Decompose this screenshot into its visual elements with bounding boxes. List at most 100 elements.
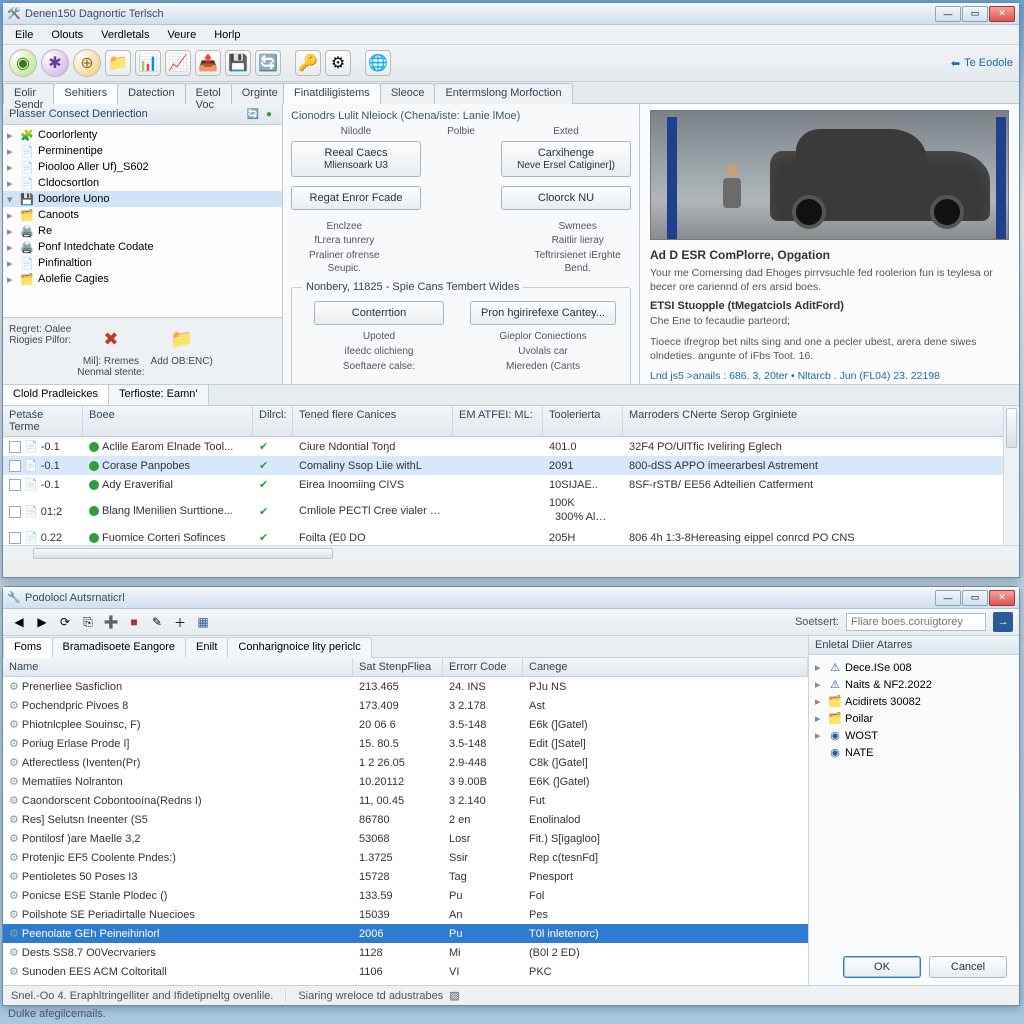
tree-add-icon[interactable]: ● xyxy=(262,107,276,121)
tree-item[interactable]: ▸📄Pinfinaltion xyxy=(3,255,282,271)
rtree-expand-icon[interactable]: ▸ xyxy=(815,695,827,708)
tree-expand-icon[interactable]: ▸ xyxy=(7,161,19,174)
list-row[interactable]: ⚙Ponicse ESE Stanle Plodec ()133.59PuFol xyxy=(3,886,808,905)
tb2-fwd-icon[interactable]: ▶ xyxy=(32,612,52,632)
l2h-1[interactable]: Sat StenpFliea xyxy=(353,658,443,676)
menu-file[interactable]: Eile xyxy=(7,27,41,43)
contention-button[interactable]: Conterrtion xyxy=(314,301,444,325)
subtab-sleoce[interactable]: Sleoce xyxy=(380,83,436,104)
tree-item[interactable]: ▸📄Piooloo Aller Uf)_S602 xyxy=(3,159,282,175)
cancel-button[interactable]: Cancel xyxy=(929,956,1007,978)
list-row[interactable]: ⚙Pochendpric Pivoes 8173.4093 2.178Ast xyxy=(3,696,808,715)
minimize-button[interactable]: — xyxy=(935,6,961,22)
subtab-datection[interactable]: Datection xyxy=(117,83,185,104)
rtree-item[interactable]: ◉NATE xyxy=(811,744,1017,761)
tb2-wand-icon[interactable]: ✎ xyxy=(147,612,167,632)
toolbar-read-icon[interactable]: ⊕ xyxy=(73,49,101,77)
toolbar-settings-icon[interactable]: ⚙ xyxy=(325,50,351,76)
tree-item[interactable]: ▸📄Perminentipe xyxy=(3,143,282,159)
rtree-item[interactable]: ▸◉WOST xyxy=(811,727,1017,744)
tb2-back-icon[interactable]: ◀ xyxy=(9,612,29,632)
rtree-item[interactable]: ▸⚠Dece.ISe 008 xyxy=(811,659,1017,676)
menu-help[interactable]: Horlp xyxy=(206,27,248,43)
toolbar-key-icon[interactable]: 🔑 xyxy=(295,50,321,76)
tab2-foms[interactable]: Foms xyxy=(3,637,53,658)
subtab-orginte[interactable]: Orginte xyxy=(231,83,289,104)
grid-row[interactable]: 📄 -0.1Ady Eraverifial✔Eirea Inoomiing CI… xyxy=(3,475,1019,494)
grid-hscroll[interactable] xyxy=(3,545,1019,561)
menu-olouts[interactable]: Olouts xyxy=(43,27,91,43)
tree-expand-icon[interactable]: ▾ xyxy=(7,193,19,206)
tree-expand-icon[interactable]: ▸ xyxy=(7,273,19,286)
grid-vscroll[interactable] xyxy=(1003,406,1019,561)
close-button[interactable]: ✕ xyxy=(989,6,1015,22)
tb2-stop-icon[interactable]: ■ xyxy=(124,612,144,632)
tb2-list-icon[interactable]: ▦ xyxy=(193,612,213,632)
tab2-bram[interactable]: Bramadisoete Eangore xyxy=(52,637,187,658)
gh-4[interactable]: EM ATFEI: ML: xyxy=(453,406,543,436)
toolbar-globe-icon[interactable]: 🌐 xyxy=(365,50,391,76)
list-row[interactable]: ⚙Caondorscent Cobontooína(Redns I)11, 00… xyxy=(3,791,808,810)
list-row[interactable]: ⚙Phiotnlcplee Souinsc, F)20 06 63.5-148E… xyxy=(3,715,808,734)
titlebar[interactable]: 🛠️ Denen150 Dagnortic Terlsch — ▭ ✕ xyxy=(3,3,1019,25)
minimize-button-2[interactable]: — xyxy=(935,590,961,606)
row-checkbox[interactable] xyxy=(9,441,21,453)
menu-verdletals[interactable]: Verdletals xyxy=(93,27,157,43)
delete-icon[interactable]: ✖ xyxy=(96,324,126,354)
subtab-eolir[interactable]: Eolir Sendr xyxy=(3,83,54,104)
gh-2[interactable]: Dilrcl: xyxy=(253,406,293,436)
toolbar-scan-icon[interactable]: ✱ xyxy=(41,49,69,77)
rtree-expand-icon[interactable]: ▸ xyxy=(815,661,827,674)
toolbar-folder-icon[interactable]: 📁 xyxy=(105,50,131,76)
subtab-enter[interactable]: Entermslong Morfoction xyxy=(434,83,572,104)
tab2-conh[interactable]: Conharignoice lity periclc xyxy=(227,637,371,658)
grid-tab-terf[interactable]: Terfioste: Eamn' xyxy=(109,385,209,405)
ok-button[interactable]: OK xyxy=(843,956,921,978)
list-row[interactable]: ⚙Protenjic EF5 Coolente Pndes:)1.3725Ssi… xyxy=(3,848,808,867)
row-checkbox[interactable] xyxy=(9,479,21,491)
tb2-plus-icon[interactable]: ＋ xyxy=(170,612,190,632)
list-row[interactable]: ⚙Dests SS8.7 O0Vecrvariers1128Mi(B0l 2 E… xyxy=(3,943,808,962)
gh-6[interactable]: Marroders CNerte Serop Grginiete xyxy=(623,406,1019,436)
rtree-expand-icon[interactable]: ▸ xyxy=(815,678,827,691)
row-checkbox[interactable] xyxy=(9,506,21,518)
reset-error-button[interactable]: Regat Enror Fcade xyxy=(291,186,421,210)
menu-veure[interactable]: Veure xyxy=(159,27,204,43)
subtab-eetolvoc[interactable]: Eetol Voc xyxy=(185,83,232,104)
tree-refresh-icon[interactable]: 🔄 xyxy=(246,107,260,121)
list-row[interactable]: ⚙Atferectless (Iventen(Pr)1 2 26.052.9-4… xyxy=(3,753,808,772)
tree-item[interactable]: ▸🗂️Canoots xyxy=(3,207,282,223)
tree-expand-icon[interactable]: ▸ xyxy=(7,257,19,270)
toolbar-link[interactable]: ⬅Te Eodole xyxy=(951,57,1013,70)
tree-expand-icon[interactable]: ▸ xyxy=(7,129,19,142)
grid-row[interactable]: 📄 01:2Blang lMenilien Surttione...✔Cmlio… xyxy=(3,494,1019,528)
toolbar-refresh-icon[interactable]: 🔄 xyxy=(255,50,281,76)
search-input[interactable] xyxy=(846,613,986,631)
list-row[interactable]: ⚙Prenerliee Sasficlion213.46524. INSPJu … xyxy=(3,677,808,696)
tree-expand-icon[interactable]: ▸ xyxy=(7,225,19,238)
grid-row[interactable]: 📄 -0.1Corase Panpobes✔Comaliny Ssop Liie… xyxy=(3,456,1019,475)
gh-3[interactable]: Tened flere Canices xyxy=(293,406,453,436)
tree-item[interactable]: ▾💾Doorlore Uono xyxy=(3,191,282,207)
list-row[interactable]: ⚙Sunoden EES ACM Coltoritall1106VIPKC xyxy=(3,962,808,981)
row-checkbox[interactable] xyxy=(9,460,21,472)
tree-item[interactable]: ▸🧩Coorlorlenty xyxy=(3,127,282,143)
toolbar-save-icon[interactable]: 💾 xyxy=(225,50,251,76)
toolbar-connect-icon[interactable]: ◉ xyxy=(9,49,37,77)
gh-5[interactable]: Toolerierta xyxy=(543,406,623,436)
tree-item[interactable]: ▸📄Cldocsortlon xyxy=(3,175,282,191)
tree-item[interactable]: ▸🖨️Re xyxy=(3,223,282,239)
maximize-button-2[interactable]: ▭ xyxy=(962,590,988,606)
l2h-2[interactable]: Errorr Code xyxy=(443,658,523,676)
tree-expand-icon[interactable]: ▸ xyxy=(7,241,19,254)
clock-button[interactable]: Cloorck NU xyxy=(501,186,631,210)
grid-row[interactable]: 📄 -0.1Aclile Earom Elnade Tool...✔Ciure … xyxy=(3,437,1019,456)
close-button-2[interactable]: ✕ xyxy=(989,590,1015,606)
change-button[interactable]: CarxihengeNeve Ersel Catiginer]) xyxy=(501,141,631,177)
print-button[interactable]: Pron hgirirefexe Cantey... xyxy=(470,301,616,325)
tab2-enilt[interactable]: Enilt xyxy=(185,637,228,658)
tb2-refresh-icon[interactable]: ⟳ xyxy=(55,612,75,632)
titlebar-2[interactable]: 🔧 Podolocl Autsrnaticrl — ▭ ✕ xyxy=(3,587,1019,609)
read-codes-button[interactable]: Reeal CaecsMliensoark U3 xyxy=(291,141,421,177)
grid-tab-clold[interactable]: Clold Pradleickes xyxy=(3,385,109,405)
